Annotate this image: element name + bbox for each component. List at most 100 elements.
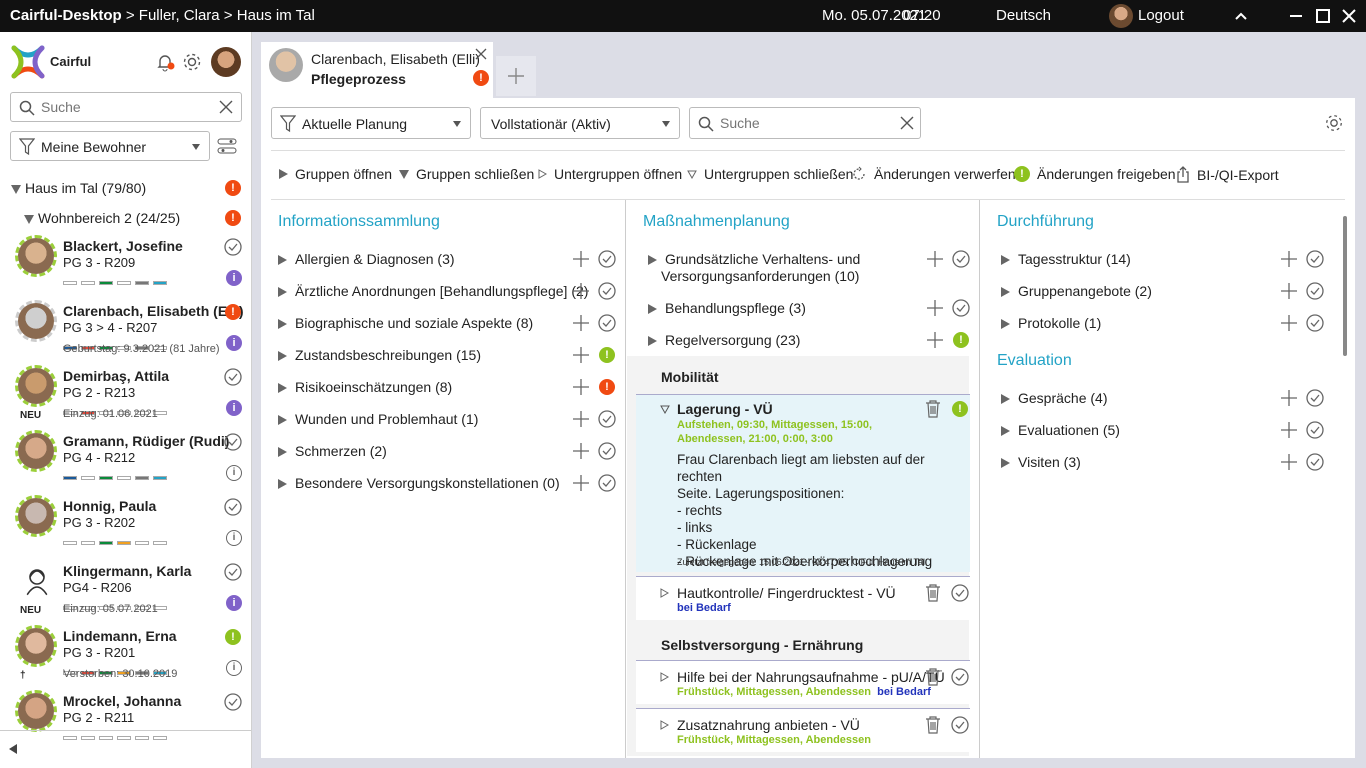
check-icon[interactable] [224, 498, 242, 516]
info-item[interactable]: Zustandsbeschreibungen (15) [278, 347, 481, 363]
close-icon[interactable] [1341, 8, 1357, 24]
check-icon[interactable] [1306, 453, 1324, 471]
collapse-icon[interactable] [1233, 8, 1249, 24]
plan-search-input[interactable] [720, 115, 880, 131]
check-icon[interactable] [598, 410, 616, 428]
plus-icon[interactable] [1280, 389, 1298, 407]
info-item[interactable]: Schmerzen (2) [278, 443, 387, 459]
evaluation-item[interactable]: Gespräche (4) [1001, 390, 1107, 406]
plus-icon[interactable] [572, 410, 590, 428]
info-icon[interactable]: i [226, 400, 242, 416]
collapse-sidebar-icon[interactable] [9, 744, 17, 754]
close-subgroups-button[interactable]: Untergruppen schließen [687, 166, 853, 182]
check-icon[interactable] [951, 716, 969, 734]
user-avatar-large[interactable] [211, 47, 241, 77]
resident-list-item[interactable]: Blackert, Josefine PG 3 - R209 i [0, 234, 250, 299]
resident-list-item[interactable]: Klingermann, Karla PG4 - R206 Einzug: 05… [0, 559, 250, 624]
plus-icon[interactable] [1280, 421, 1298, 439]
add-tab-button[interactable] [496, 56, 536, 96]
plan-item-grundsaetzliche[interactable]: Grundsätzliche Verhaltens- und [648, 251, 860, 267]
search-input[interactable] [41, 99, 201, 115]
exec-item[interactable]: Tagesstruktur (14) [1001, 251, 1131, 267]
measure-card-lagerung[interactable]: Lagerung - VÜ Aufstehen, 09:30, Mittages… [636, 394, 970, 572]
planning-dropdown[interactable]: Aktuelle Planung [271, 107, 471, 139]
check-icon[interactable] [224, 563, 242, 581]
check-icon[interactable] [1306, 421, 1324, 439]
logout-button[interactable]: Logout [1138, 7, 1184, 24]
bell-icon[interactable] [155, 52, 175, 72]
measure-card-zusatznahrung[interactable]: Zusatznahrung anbieten - VÜ Frühstück, M… [636, 708, 970, 752]
trash-icon[interactable] [925, 400, 941, 418]
close-groups-button[interactable]: Gruppen schließen [399, 166, 534, 182]
plus-icon[interactable] [572, 474, 590, 492]
plus-icon[interactable] [572, 250, 590, 268]
check-icon[interactable] [224, 693, 242, 711]
info-item[interactable]: Allergien & Diagnosen (3) [278, 251, 455, 267]
info-item[interactable]: Besondere Versorgungskonstellationen (0) [278, 475, 560, 491]
check-icon[interactable] [1306, 282, 1324, 300]
resident-list-item[interactable]: Lindemann, Erna PG 3 - R201 Verstorben: … [0, 624, 250, 689]
check-icon[interactable] [952, 299, 970, 317]
tree-item-wohnbereich[interactable]: Wohnbereich 2 (24/25) [24, 210, 180, 226]
discard-changes-button[interactable]: Änderungen verwerfen [851, 166, 1016, 182]
settings-icon[interactable] [1324, 113, 1344, 133]
check-icon[interactable] [598, 442, 616, 460]
stay-dropdown[interactable]: Vollstationär (Aktiv) [480, 107, 680, 139]
tree-item-haus[interactable]: Haus im Tal (79/80) [11, 180, 146, 196]
resident-list-item[interactable]: Honnig, Paula PG 3 - R202 i [0, 494, 250, 559]
triangle-right-outline-icon[interactable] [660, 720, 669, 730]
trash-icon[interactable] [925, 716, 941, 734]
plan-item-regelversorgung[interactable]: Regelversorgung (23) [648, 332, 800, 348]
open-subgroups-button[interactable]: Untergruppen öffnen [538, 166, 682, 182]
plus-icon[interactable] [1280, 282, 1298, 300]
plan-search[interactable] [689, 107, 921, 139]
info-icon[interactable]: i [226, 335, 242, 351]
tab-patient[interactable]: Clarenbach, Elisabeth (Elli) Pflegeproze… [261, 42, 493, 98]
check-icon[interactable] [951, 668, 969, 686]
info-item[interactable]: Biographische und soziale Aspekte (8) [278, 315, 533, 331]
trash-icon[interactable] [925, 584, 941, 602]
plus-icon[interactable] [1280, 250, 1298, 268]
info-icon[interactable]: i [226, 530, 242, 546]
scrollbar[interactable] [1343, 216, 1347, 356]
check-icon[interactable] [1306, 389, 1324, 407]
check-icon[interactable] [598, 314, 616, 332]
resident-filter-dropdown[interactable]: Meine Bewohner [10, 131, 210, 161]
plus-icon[interactable] [926, 250, 944, 268]
check-icon[interactable] [598, 282, 616, 300]
info-icon[interactable]: i [226, 660, 242, 676]
open-groups-button[interactable]: Gruppen öffnen [279, 166, 392, 182]
exec-item[interactable]: Protokolle (1) [1001, 315, 1101, 331]
plus-icon[interactable] [572, 314, 590, 332]
info-icon[interactable]: i [226, 465, 242, 481]
export-button[interactable]: BI-/QI-Export [1176, 166, 1279, 183]
check-icon[interactable] [598, 474, 616, 492]
resident-search[interactable] [10, 92, 242, 122]
check-icon[interactable] [224, 238, 242, 256]
triangle-right-outline-icon[interactable] [660, 588, 669, 598]
check-icon[interactable] [1306, 250, 1324, 268]
resident-list-item[interactable]: Clarenbach, Elisabeth (Elli) PG 3 > 4 - … [0, 299, 250, 364]
plan-item-behandlungspflege[interactable]: Behandlungspflege (3) [648, 300, 806, 316]
gear-icon[interactable] [181, 51, 203, 73]
plus-icon[interactable] [572, 346, 590, 364]
check-icon[interactable] [224, 433, 242, 451]
plus-icon[interactable] [572, 282, 590, 300]
check-icon[interactable] [952, 250, 970, 268]
evaluation-item[interactable]: Visiten (3) [1001, 454, 1081, 470]
triangle-right-outline-icon[interactable] [660, 672, 669, 682]
resident-list-item[interactable]: Demirbaş, Attila PG 2 - R213 Einzug: 01.… [0, 364, 250, 429]
toggle-view-icon[interactable] [217, 136, 237, 156]
info-icon[interactable]: i [226, 595, 242, 611]
info-item[interactable]: Risikoeinschätzungen (8) [278, 379, 452, 395]
info-item[interactable]: Wunden und Problemhaut (1) [278, 411, 478, 427]
check-icon[interactable] [224, 368, 242, 386]
clear-icon[interactable] [900, 116, 914, 130]
resident-list-item[interactable]: Gramann, Rüdiger (Rudi) PG 4 - R212 i [0, 429, 250, 494]
plus-icon[interactable] [572, 378, 590, 396]
language-selector[interactable]: Deutsch [996, 7, 1051, 24]
maximize-icon[interactable] [1315, 8, 1331, 24]
info-icon[interactable]: i [226, 270, 242, 286]
plus-icon[interactable] [1280, 314, 1298, 332]
check-icon[interactable] [598, 250, 616, 268]
